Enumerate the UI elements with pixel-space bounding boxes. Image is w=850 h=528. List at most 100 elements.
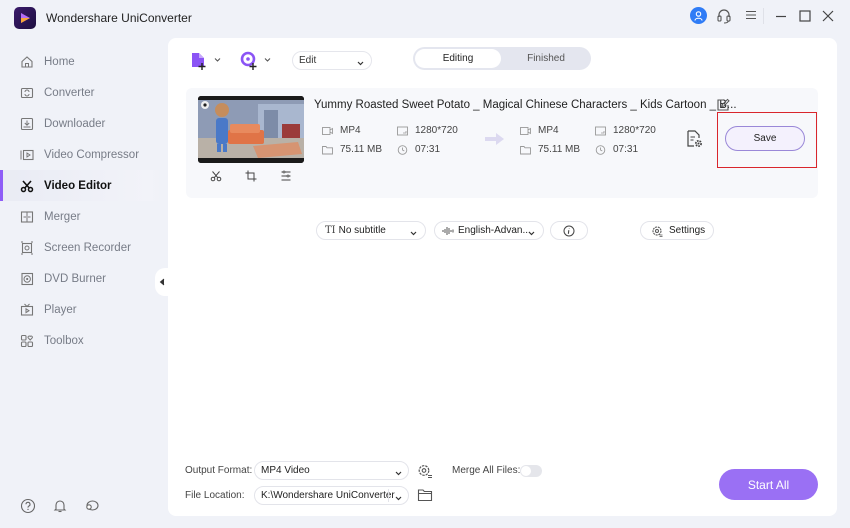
audio-track-select[interactable]: English-Advan... xyxy=(434,221,544,240)
crop-icon[interactable] xyxy=(245,170,257,182)
merge-all-files-label: Merge All Files: xyxy=(452,465,521,476)
add-file-icon[interactable] xyxy=(190,51,210,71)
chevron-down-icon xyxy=(357,58,364,66)
tab-finished[interactable]: Finished xyxy=(503,49,589,68)
chevron-left-icon xyxy=(159,278,165,286)
audio-track-value: English-Advan... xyxy=(458,225,531,236)
chevron-down-icon[interactable] xyxy=(264,54,271,62)
trim-scissors-icon[interactable] xyxy=(210,170,222,182)
info-button[interactable] xyxy=(550,221,588,240)
hamburger-menu-icon[interactable] xyxy=(745,9,757,21)
start-all-button[interactable]: Start All xyxy=(719,469,818,500)
rename-edit-icon[interactable] xyxy=(716,98,730,112)
target-format-value: MP4 xyxy=(538,125,559,136)
target-resolution: 1280*720 xyxy=(595,125,656,136)
sidebar-item-label: Video Compressor xyxy=(44,148,140,161)
main-panel: Edit Editing Finished Yummy Roasted Swee… xyxy=(168,38,837,516)
open-folder-icon[interactable] xyxy=(417,488,433,502)
convert-arrow-icon xyxy=(484,131,506,147)
output-format-value: MP4 Video xyxy=(261,465,310,476)
info-icon xyxy=(563,225,575,237)
file-location-value: K:\Wondershare UniConverter xyxy=(261,490,395,501)
sidebar-item-converter[interactable]: Converter xyxy=(0,77,164,108)
chevron-down-icon xyxy=(395,493,402,501)
edit-mode-value: Edit xyxy=(299,55,317,66)
sidebar-bottom-icons xyxy=(20,498,100,514)
toolbox-icon xyxy=(20,334,34,348)
sidebar-item-label: Merger xyxy=(44,210,81,223)
sidebar-item-screen-recorder[interactable]: Screen Recorder xyxy=(0,232,164,263)
video-thumbnail[interactable] xyxy=(198,96,304,163)
output-format-select[interactable]: MP4 Video xyxy=(254,461,409,480)
clock-icon xyxy=(397,144,408,155)
dvd-icon xyxy=(20,272,34,286)
chevron-down-icon xyxy=(528,228,535,236)
video-file-icon xyxy=(520,126,531,136)
status-tabs: Editing Finished xyxy=(413,47,591,70)
target-size: 75.11 MB xyxy=(520,144,580,155)
logo-play-icon xyxy=(21,13,30,23)
source-format-value: MP4 xyxy=(340,125,361,136)
headset-icon[interactable] xyxy=(716,7,732,25)
target-format: MP4 xyxy=(520,125,559,136)
bell-icon[interactable] xyxy=(52,498,68,514)
select-divider xyxy=(388,489,389,502)
chevron-down-icon[interactable] xyxy=(214,54,221,62)
feedback-icon[interactable] xyxy=(84,498,100,514)
add-device-icon[interactable] xyxy=(240,51,260,71)
titlebar-divider xyxy=(763,8,764,24)
settings-label: Settings xyxy=(669,225,706,236)
effects-icon[interactable] xyxy=(280,170,292,182)
sidebar-item-video-editor[interactable]: Video Editor xyxy=(0,170,164,201)
chevron-down-icon xyxy=(395,468,402,476)
chevron-down-icon xyxy=(410,228,417,236)
merge-all-files-toggle[interactable] xyxy=(520,465,542,477)
sidebar-item-label: Converter xyxy=(44,86,95,99)
audio-wave-icon xyxy=(442,226,454,236)
sidebar-item-downloader[interactable]: Downloader xyxy=(0,108,164,139)
minimize-icon[interactable] xyxy=(773,8,789,24)
toolbar: Edit Editing Finished xyxy=(168,38,837,82)
tab-editing[interactable]: Editing xyxy=(415,49,501,68)
help-icon[interactable] xyxy=(20,498,36,514)
settings-gear-icon xyxy=(651,225,663,237)
sidebar-item-dvd-burner[interactable]: DVD Burner xyxy=(0,263,164,294)
folder-icon xyxy=(520,145,531,155)
save-button[interactable]: Save xyxy=(725,126,805,151)
file-location-select[interactable]: K:\Wondershare UniConverter xyxy=(254,486,409,505)
app-title: Wondershare UniConverter xyxy=(46,11,192,25)
close-icon[interactable] xyxy=(820,8,836,24)
scissors-icon xyxy=(20,179,34,193)
screen-recorder-icon xyxy=(20,241,34,255)
sidebar-item-toolbox[interactable]: Toolbox xyxy=(0,325,164,356)
merger-icon xyxy=(20,210,34,224)
sidebar-item-home[interactable]: Home xyxy=(0,46,164,77)
sidebar-item-player[interactable]: Player xyxy=(0,294,164,325)
source-resolution: 1280*720 xyxy=(397,125,458,136)
source-format: MP4 xyxy=(322,125,361,136)
compressor-icon xyxy=(20,148,34,162)
output-settings-icon[interactable] xyxy=(684,129,704,149)
settings-button[interactable]: Settings xyxy=(640,221,714,240)
sidebar-item-video-compressor[interactable]: Video Compressor xyxy=(0,139,164,170)
subtitle-select[interactable]: TI No subtitle xyxy=(316,221,426,240)
format-settings-icon[interactable] xyxy=(417,463,433,479)
target-duration-value: 07:31 xyxy=(613,144,639,155)
maximize-icon[interactable] xyxy=(797,8,813,24)
home-icon xyxy=(20,55,34,69)
clock-icon xyxy=(595,144,606,155)
video-title: Yummy Roasted Sweet Potato _ Magical Chi… xyxy=(314,99,737,111)
user-icon[interactable] xyxy=(690,7,707,24)
converter-icon xyxy=(20,86,34,100)
sidebar-item-merger[interactable]: Merger xyxy=(0,201,164,232)
sidebar-collapse-toggle[interactable] xyxy=(155,268,169,296)
sidebar-item-label: Home xyxy=(44,55,75,68)
title-bar: Wondershare UniConverter xyxy=(0,0,850,36)
sidebar-item-label: Screen Recorder xyxy=(44,241,131,254)
target-resolution-value: 1280*720 xyxy=(613,125,656,136)
source-size: 75.11 MB xyxy=(322,144,382,155)
edit-mode-select[interactable]: Edit xyxy=(292,51,372,70)
text-icon: TI xyxy=(325,225,336,236)
player-icon xyxy=(20,303,34,317)
downloader-icon xyxy=(20,117,34,131)
